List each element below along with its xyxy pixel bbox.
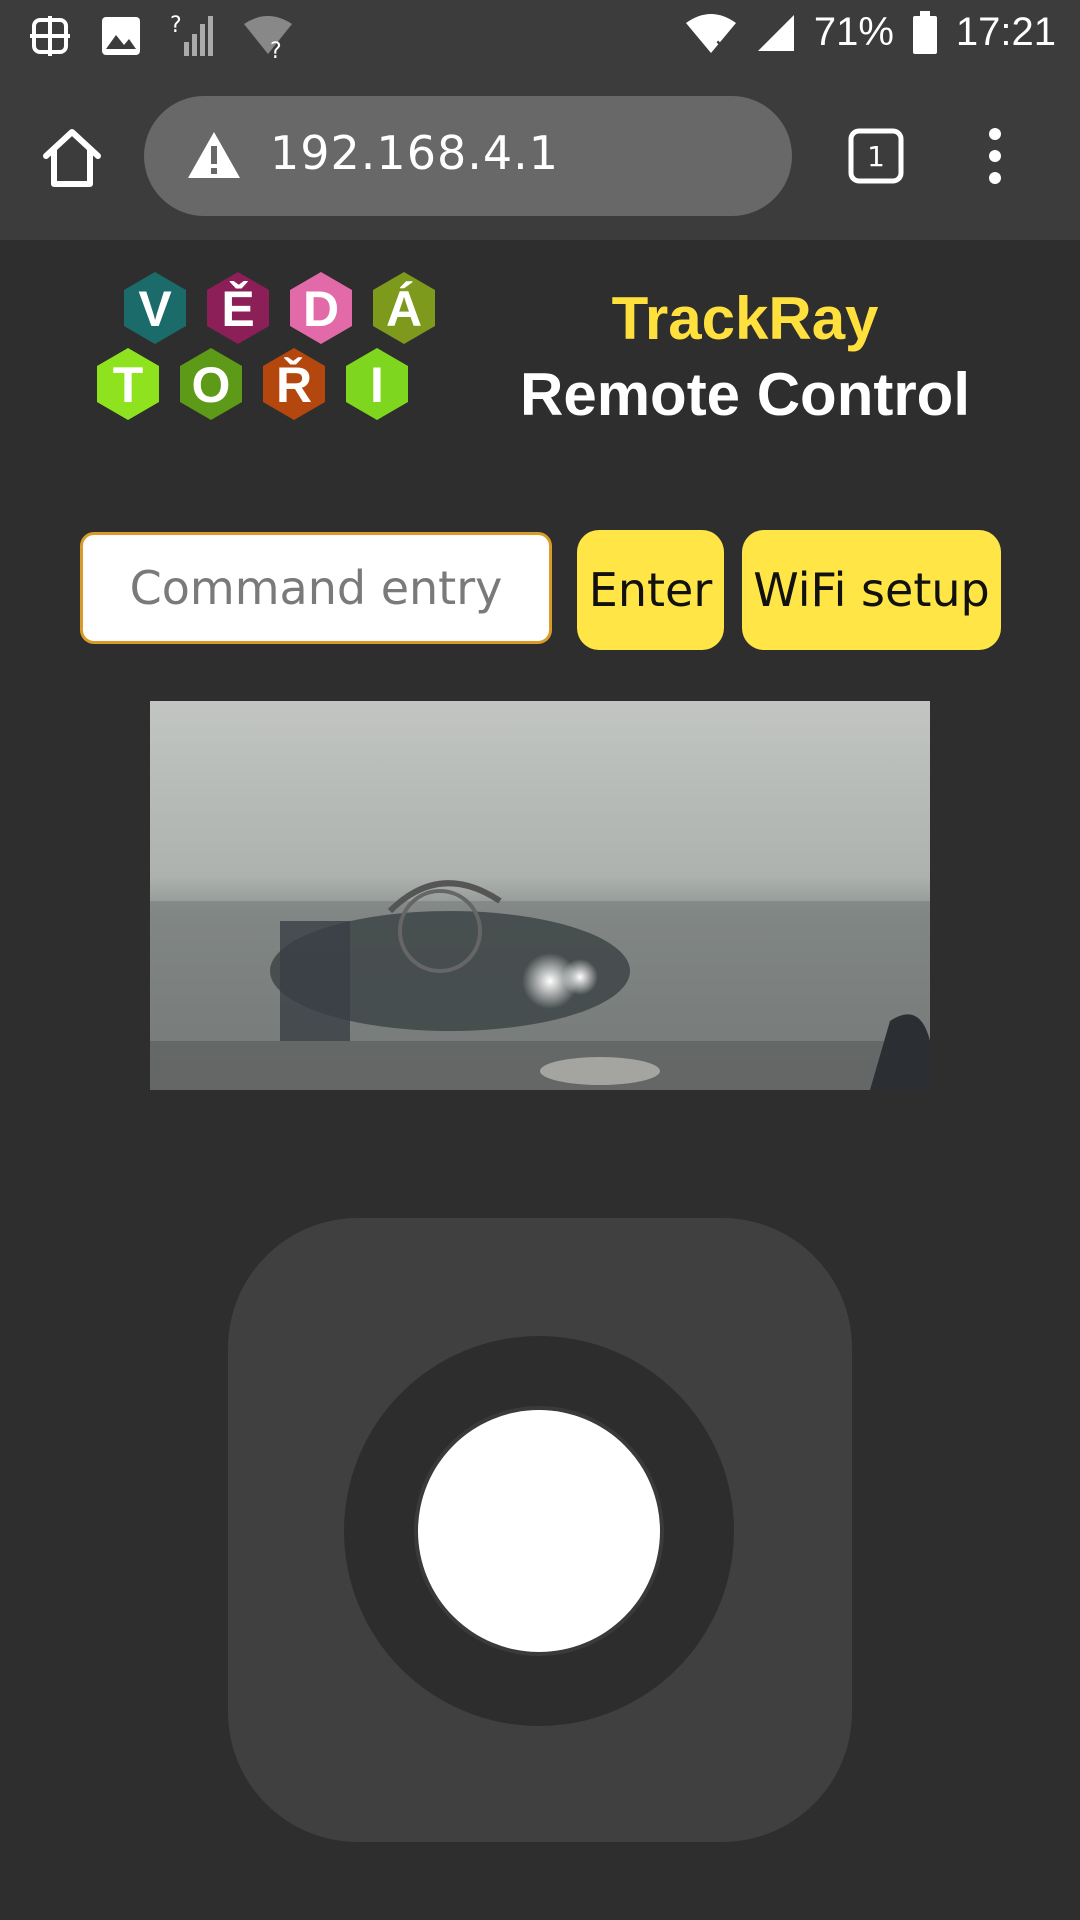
address-bar[interactable]: 192.168.4.1 xyxy=(144,96,792,216)
svg-text:?: ? xyxy=(170,14,182,38)
wifi-no-internet-icon: × xyxy=(685,13,736,55)
home-icon xyxy=(43,129,101,187)
page-title: TrackRay xyxy=(611,285,879,352)
camera-feed xyxy=(150,701,930,1090)
command-entry-input[interactable] xyxy=(80,532,552,644)
battery-icon xyxy=(912,10,937,54)
tab-switcher-button[interactable]: 1 xyxy=(848,128,904,184)
joystick-knob[interactable] xyxy=(418,1410,660,1652)
clock: 17:21 xyxy=(955,10,1056,54)
page-header: V Ě D Á T O Ř I TrackRay Remote Control xyxy=(0,240,1080,490)
home-button[interactable] xyxy=(40,126,104,190)
logo-letter-5: T xyxy=(113,357,144,413)
vedatori-logo: V Ě D Á T O Ř I xyxy=(97,272,435,420)
wifi-unknown-icon: ? xyxy=(244,16,292,58)
logo-letter-4: Á xyxy=(386,281,422,337)
camera-frame-image xyxy=(150,701,930,1090)
logo-letter-6: O xyxy=(192,357,231,413)
cell-signal-icon xyxy=(757,14,794,51)
more-vert-icon xyxy=(989,128,1001,184)
logo-letter-7: Ř xyxy=(276,357,312,413)
tab-count: 1 xyxy=(867,140,885,173)
url-text[interactable]: 192.168.4.1 xyxy=(270,126,559,180)
tabs-icon: 1 xyxy=(848,128,904,184)
logo-letter-2: Ě xyxy=(221,281,254,337)
screen-capture-icon xyxy=(30,16,70,56)
svg-text:?: ? xyxy=(270,39,282,58)
joystick-ring xyxy=(344,1336,734,1726)
logo-letter-3: D xyxy=(303,281,339,337)
status-bar: ? ? × 71% 17:21 xyxy=(0,0,1080,74)
page-subtitle: Remote Control xyxy=(520,361,970,428)
logo-letter-8: I xyxy=(370,357,384,413)
logo-letter-1: V xyxy=(138,281,172,337)
svg-text:×: × xyxy=(714,34,731,55)
browser-toolbar: 192.168.4.1 1 xyxy=(0,74,1080,240)
warning-icon[interactable] xyxy=(186,130,242,180)
image-icon xyxy=(102,17,140,55)
wifi-setup-button[interactable]: WiFi setup xyxy=(742,530,1001,650)
browser-menu-button[interactable] xyxy=(980,124,1010,188)
enter-button[interactable]: Enter xyxy=(577,530,724,650)
joystick-pad[interactable] xyxy=(228,1218,852,1842)
battery-percent: 71% xyxy=(813,10,894,54)
signal-unknown-icon: ? xyxy=(170,14,213,56)
